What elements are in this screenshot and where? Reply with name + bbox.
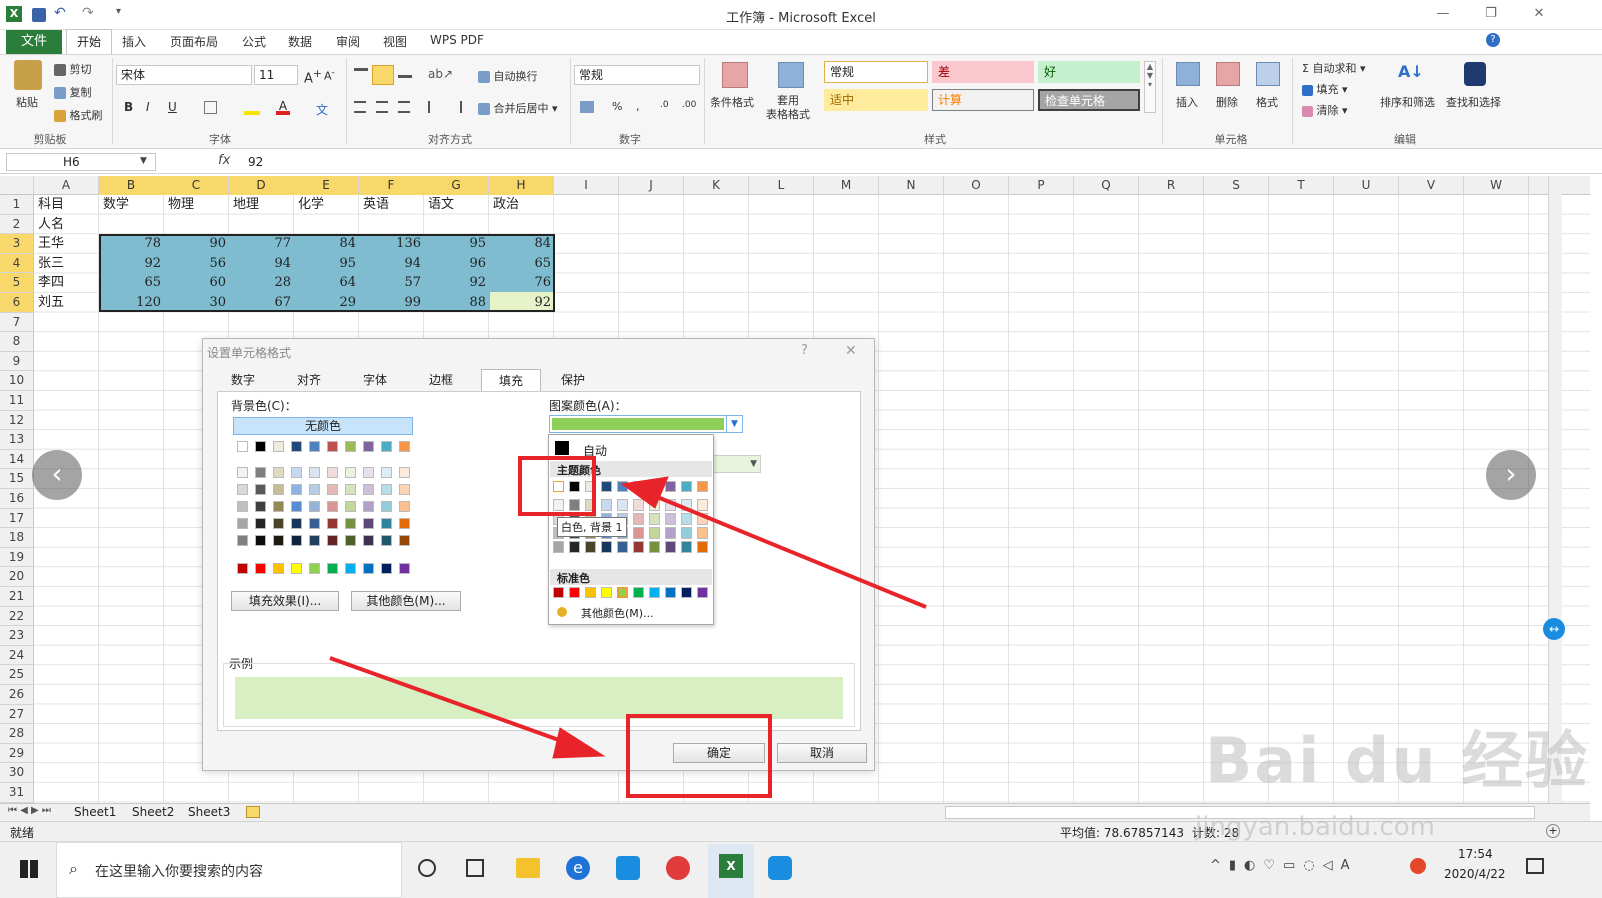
arrow-to-swatch-head bbox=[620, 476, 669, 509]
arrow-to-ok-line bbox=[329, 656, 571, 746]
baidu-watermark-url: jingyan.baidu.com bbox=[1195, 812, 1435, 842]
arrow-to-swatch-line bbox=[649, 492, 927, 609]
baidu-watermark: Bai du 经验 bbox=[1205, 724, 1590, 797]
previous-arrow-icon[interactable]: ‹ bbox=[32, 450, 82, 500]
arrow-to-ok-head bbox=[552, 727, 606, 759]
screen: X ↶ ↷ ▾ 工作簿 - Microsoft Excel — ❐ ✕ 文件 开… bbox=[0, 0, 1602, 898]
next-arrow-icon[interactable]: › bbox=[1486, 450, 1536, 500]
